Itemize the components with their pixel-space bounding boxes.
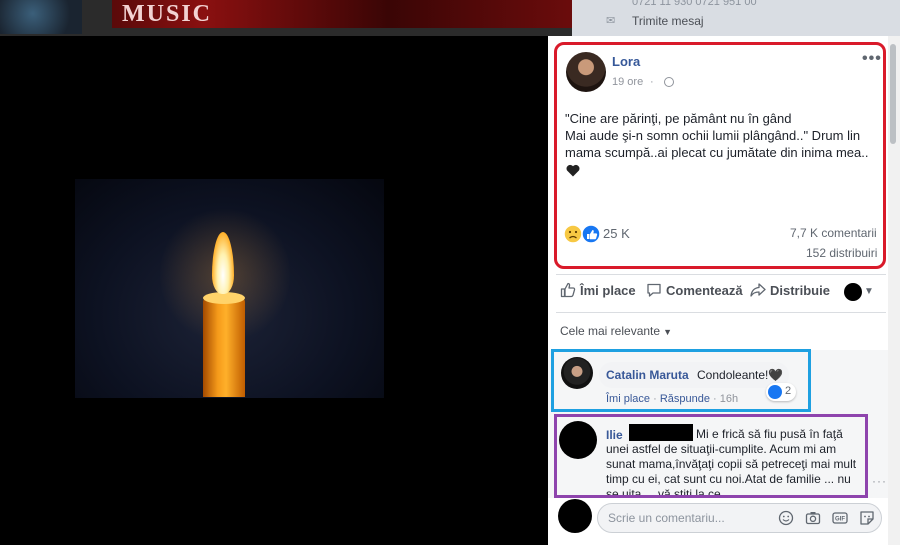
sticker-icon[interactable] — [859, 510, 875, 526]
share-as-avatar[interactable] — [844, 283, 862, 301]
comment-label: Comentează — [666, 282, 743, 298]
messenger-icon: ✉ — [606, 15, 616, 27]
gif-icon[interactable]: GIF — [832, 510, 848, 526]
send-message-link[interactable]: Trimite mesaj — [632, 14, 704, 28]
candle-image — [203, 298, 245, 397]
camera-icon[interactable] — [805, 510, 821, 526]
scrollbar-thumb[interactable] — [890, 44, 896, 144]
like-label: Îmi place — [580, 282, 636, 298]
comment-icon — [647, 283, 661, 297]
comment-clip: Mi e frică să fiu pusă în faţă unei astf… — [557, 417, 865, 495]
svg-text:GIF: GIF — [835, 517, 845, 523]
thumbs-up-icon — [560, 282, 576, 298]
page-logo — [0, 0, 82, 34]
comment-sort-dropdown[interactable]: Cele mai relevante ▼ — [560, 324, 672, 338]
emoji-icon[interactable] — [778, 510, 794, 526]
comment-author[interactable]: Ilie — [606, 428, 623, 442]
contact-phone: 0721 11 930 0721 951 00 — [632, 0, 757, 8]
like-button[interactable]: Îmi place — [560, 282, 636, 298]
highlight-box-post — [554, 42, 886, 269]
share-icon — [750, 283, 766, 297]
share-button[interactable]: Distribuie — [750, 282, 830, 298]
chevron-down-icon[interactable]: ▼ — [864, 286, 874, 297]
chevron-down-icon: ▼ — [663, 327, 672, 337]
divider — [556, 312, 886, 313]
comment-input-placeholder: Scrie un comentariu... — [608, 511, 725, 525]
highlight-box-comment — [551, 349, 811, 412]
comment-button[interactable]: Comentează — [646, 282, 743, 298]
comment-options-icon[interactable]: ··· — [872, 474, 887, 488]
cover-banner: MUSIC — [112, 0, 572, 28]
divider — [556, 274, 886, 275]
user-avatar[interactable] — [558, 499, 592, 533]
sort-label: Cele mai relevante — [560, 324, 661, 338]
background-header: MUSIC 0721 11 930 0721 951 00 ✉ Trimite … — [0, 0, 900, 36]
banner-text: MUSIC — [122, 1, 213, 27]
post-actions-bar: Îmi place Comentează Distribuie ▼ — [556, 280, 886, 306]
redacted-name — [629, 424, 693, 441]
share-label: Distribuie — [770, 282, 830, 298]
